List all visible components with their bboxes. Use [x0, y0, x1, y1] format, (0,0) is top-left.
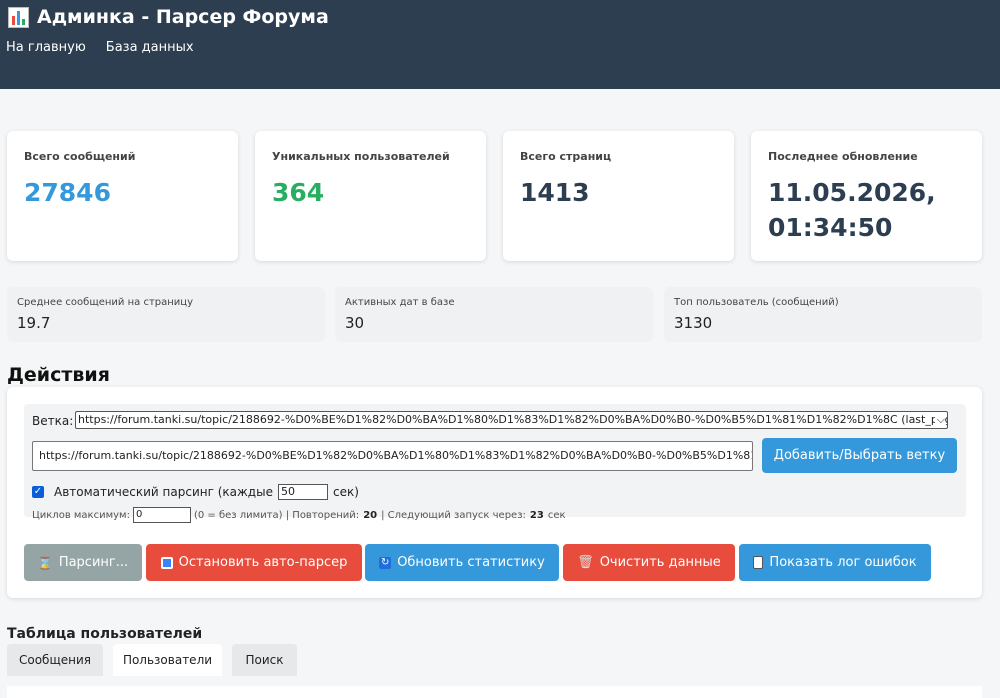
- cycles-label: Циклов максимум:: [32, 509, 130, 521]
- mini-stat-active-dates: Активных дат в базе 30: [335, 287, 653, 342]
- auto-parse-row: ✓ Автоматический парсинг (каждые 50 сек): [32, 484, 359, 500]
- table-panel: [7, 686, 982, 698]
- actions-panel: Ветка: https://forum.tanki.su/topic/2188…: [7, 387, 982, 598]
- users-table-title: Таблица пользователей: [7, 626, 203, 642]
- trash-icon: 🗑: [577, 555, 594, 570]
- chart-icon: [8, 6, 29, 28]
- nav-link-database[interactable]: База данных: [106, 40, 194, 55]
- clipboard-icon: [753, 556, 764, 569]
- tab-messages[interactable]: Сообщения: [7, 644, 103, 676]
- stat-value: 1413: [520, 178, 590, 207]
- parser-settings: Ветка: https://forum.tanki.su/topic/2188…: [24, 404, 966, 523]
- repeats-value: 20: [363, 509, 378, 521]
- stop-button-label: Остановить авто-парсер: [178, 555, 348, 570]
- branch-url-input[interactable]: https://forum.tanki.su/topic/2188692-%D0…: [32, 441, 753, 471]
- mini-stat-avg-per-page: Среднее сообщений на страницу 19.7: [7, 287, 325, 342]
- stat-label: Уникальных пользователей: [272, 150, 450, 163]
- actions-title: Действия: [7, 364, 110, 386]
- stat-card-total-messages: Всего сообщений 27846: [7, 131, 238, 261]
- app-header: Админка - Парсер Форума На главную База …: [0, 0, 1000, 89]
- stat-card-last-update: Последнее обновление 11.05.2026, 01:34:5…: [751, 131, 982, 261]
- nav-link-home[interactable]: На главную: [6, 40, 86, 55]
- mini-stat-value: 30: [345, 314, 365, 332]
- branch-label: Ветка:: [32, 414, 74, 428]
- refresh-stats-button[interactable]: ↻ Обновить статистику: [365, 544, 559, 581]
- branch-select[interactable]: https://forum.tanki.su/topic/2188692-%D0…: [75, 411, 948, 429]
- cycles-row: Циклов максимум: 0 (0 = без лимита) | По…: [32, 507, 566, 523]
- parse-button[interactable]: ⌛ Парсинг...: [24, 544, 142, 581]
- auto-parse-checkbox[interactable]: ✓: [32, 486, 44, 498]
- branch-selected-value: https://forum.tanki.su/topic/2188692-%D0…: [78, 413, 948, 426]
- tab-users[interactable]: Пользователи: [113, 644, 222, 676]
- mini-stat-label: Среднее сообщений на страницу: [17, 297, 194, 308]
- stat-label: Последнее обновление: [768, 150, 918, 163]
- auto-unit-label: сек): [332, 485, 359, 499]
- stat-value: 364: [272, 178, 325, 207]
- mini-stat-top-user: Топ пользователь (сообщений) 3130: [664, 287, 982, 342]
- clear-data-button[interactable]: 🗑 Очистить данные: [563, 544, 735, 581]
- stat-card-total-pages: Всего страниц 1413: [503, 131, 734, 261]
- clear-button-label: Очистить данные: [599, 555, 721, 570]
- chevron-down-icon: ⌵: [934, 413, 945, 427]
- mini-stat-label: Активных дат в базе: [345, 297, 455, 308]
- auto-interval-input[interactable]: 50: [277, 484, 328, 500]
- refresh-button-label: Обновить статистику: [397, 555, 545, 570]
- log-button-label: Показать лог ошибок: [769, 555, 917, 570]
- add-branch-button[interactable]: Добавить/Выбрать ветку: [762, 438, 957, 473]
- tab-search[interactable]: Поиск: [232, 644, 297, 676]
- next-run-value: 23: [529, 509, 544, 521]
- mini-stat-label: Топ пользователь (сообщений): [674, 297, 839, 308]
- mini-stat-value: 19.7: [17, 314, 51, 332]
- stat-value: 27846: [24, 178, 111, 207]
- refresh-icon: ↻: [379, 556, 392, 569]
- stop-auto-parser-button[interactable]: Остановить авто-парсер: [146, 544, 362, 581]
- stat-card-unique-users: Уникальных пользователей 364: [255, 131, 486, 261]
- parse-button-label: Парсинг...: [58, 555, 129, 570]
- stop-icon: [160, 556, 173, 569]
- cycles-note: (0 = без лимита) | Повторений:: [193, 509, 360, 521]
- show-error-log-button[interactable]: Показать лог ошибок: [739, 544, 931, 581]
- main-nav: На главную База данных: [6, 40, 194, 55]
- app-title: Админка - Парсер Форума: [8, 6, 329, 28]
- next-run-label: | Следующий запуск через:: [381, 509, 526, 521]
- stat-label: Всего страниц: [520, 150, 612, 163]
- stat-label: Всего сообщений: [24, 150, 136, 163]
- app-title-text: Админка - Парсер Форума: [37, 6, 329, 28]
- hourglass-icon: ⌛: [37, 555, 53, 570]
- cycles-input[interactable]: 0: [132, 507, 191, 523]
- stat-value: 11.05.2026, 01:34:50: [768, 178, 936, 242]
- auto-parse-label: Автоматический парсинг (каждые: [54, 485, 273, 499]
- next-run-unit: сек: [547, 509, 566, 521]
- mini-stat-value: 3130: [674, 314, 713, 332]
